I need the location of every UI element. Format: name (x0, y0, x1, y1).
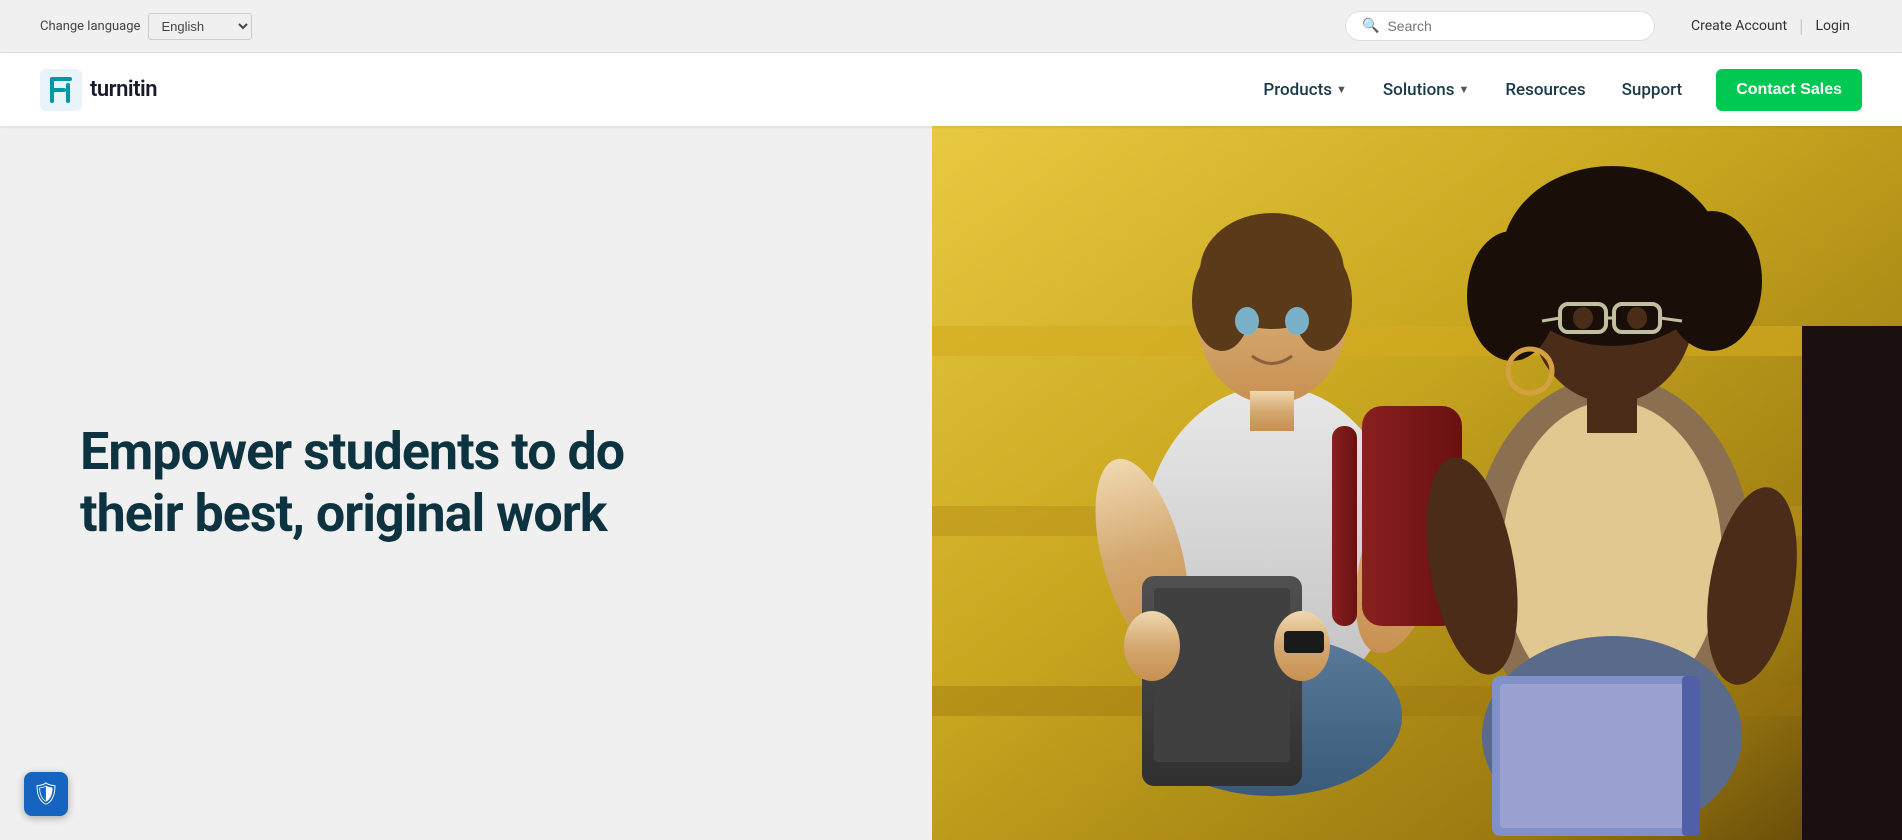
contact-sales-button[interactable]: Contact Sales (1716, 69, 1862, 111)
hero-left-panel: Empower students to do their best, origi… (0, 126, 932, 840)
top-right-links: Create Account | Login (1679, 16, 1862, 37)
top-right-area: 🔍 Create Account | Login (1345, 11, 1862, 41)
nav-resources[interactable]: Resources (1491, 72, 1599, 108)
language-label: Change language (40, 19, 140, 34)
solutions-label: Solutions (1383, 80, 1455, 100)
hero-headline: Empower students to do their best, origi… (80, 421, 624, 546)
nav-products[interactable]: Products ▼ (1249, 72, 1361, 108)
hero-section: Empower students to do their best, origi… (0, 126, 1902, 840)
create-account-link[interactable]: Create Account (1679, 18, 1799, 34)
login-link[interactable]: Login (1803, 18, 1862, 34)
search-bar[interactable]: 🔍 (1345, 11, 1655, 41)
search-icon: 🔍 (1362, 18, 1379, 34)
security-badge[interactable]: 🛡 (24, 772, 68, 816)
hero-headline-line1: Empower students to do (80, 421, 624, 482)
products-label: Products (1263, 80, 1332, 100)
language-dropdown[interactable]: English Español Français Deutsch 中文 日本語 (148, 13, 252, 40)
search-input[interactable] (1387, 18, 1638, 34)
hero-headline-line2: their best, original work (80, 483, 607, 544)
hero-image (932, 126, 1902, 840)
nav-support[interactable]: Support (1608, 72, 1697, 108)
logo-link[interactable]: turnitin (40, 69, 157, 111)
solutions-chevron-icon: ▼ (1458, 83, 1469, 96)
products-chevron-icon: ▼ (1336, 83, 1347, 96)
turnitin-logo-icon (40, 69, 82, 111)
top-bar: Change language English Español Français… (0, 0, 1902, 53)
nav-links: Products ▼ Solutions ▼ Resources Support… (1249, 69, 1862, 111)
logo-text: turnitin (90, 77, 157, 102)
nav-solutions[interactable]: Solutions ▼ (1369, 72, 1483, 108)
main-nav: turnitin Products ▼ Solutions ▼ Resource… (0, 53, 1902, 126)
language-selector[interactable]: Change language English Español Français… (40, 13, 252, 40)
hero-right-panel (932, 126, 1902, 840)
shield-check-icon: 🛡 (32, 782, 60, 807)
